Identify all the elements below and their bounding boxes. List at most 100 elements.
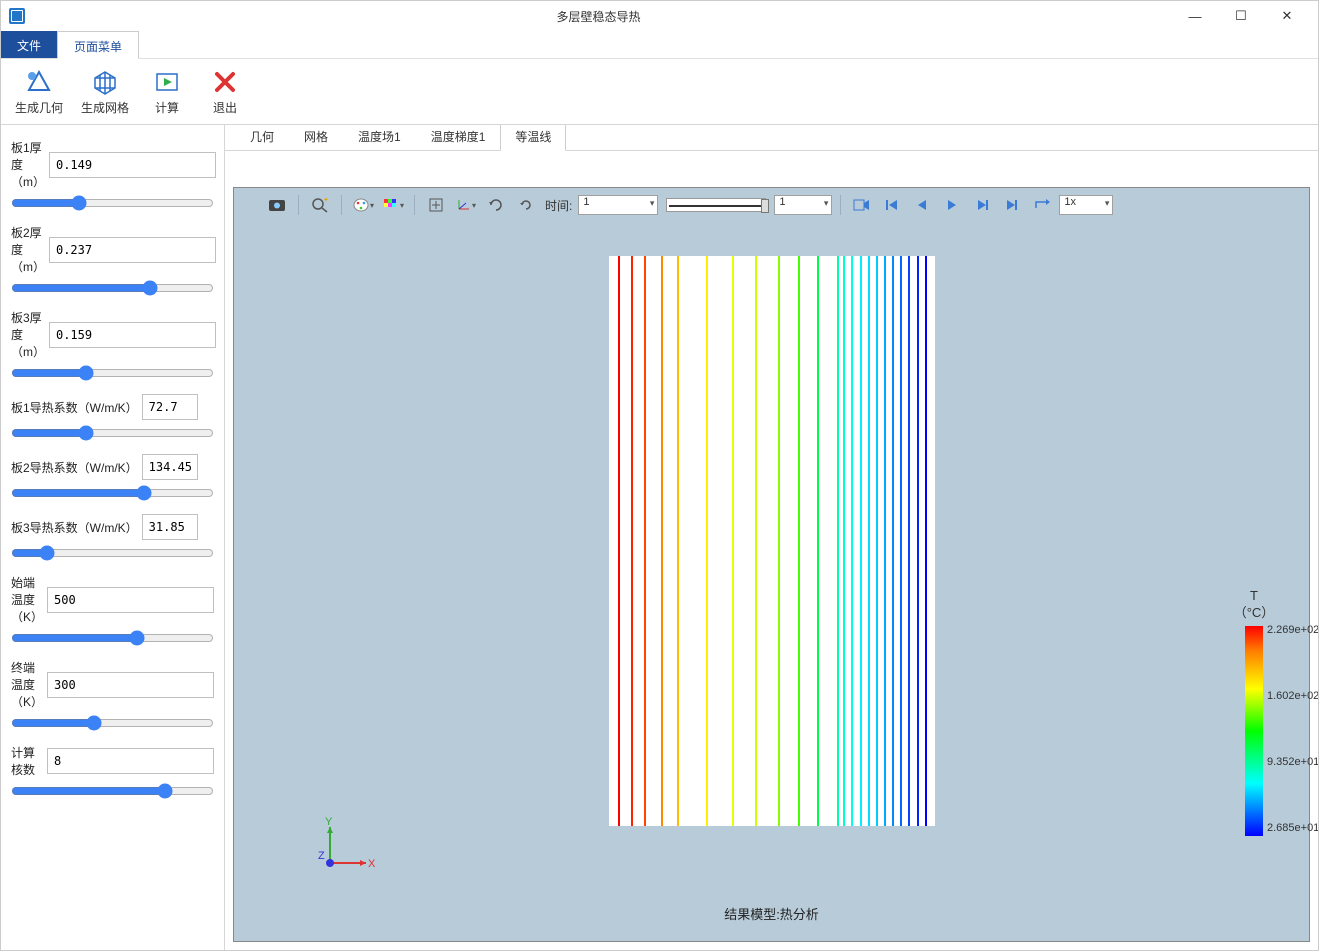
param-label: 板3厚度（m） xyxy=(11,309,45,360)
isoline xyxy=(778,256,780,826)
k1-input[interactable] xyxy=(142,394,198,420)
t-end-slider[interactable] xyxy=(11,716,214,730)
svg-text:✦: ✦ xyxy=(323,197,329,204)
axes-dropdown-icon[interactable]: ▾ xyxy=(453,194,479,216)
colormap-icon[interactable]: ▾ xyxy=(380,194,406,216)
exit-icon xyxy=(210,67,240,97)
time-slider[interactable] xyxy=(666,198,766,212)
generate-geometry-button[interactable]: 生成几何 xyxy=(11,65,67,118)
generate-mesh-button[interactable]: 生成网格 xyxy=(77,65,133,118)
record-icon[interactable] xyxy=(849,194,875,216)
loop-icon[interactable] xyxy=(1029,194,1055,216)
isoline xyxy=(618,256,620,826)
isoline xyxy=(817,256,819,826)
param-plate2-thickness: 板2厚度（m） xyxy=(11,224,214,295)
isoline xyxy=(755,256,757,826)
viewer-toolbar: ✦ ▾ ▾ ▾ 时间: 1 1 xyxy=(264,194,1279,216)
axis-gizmo: X Y Z xyxy=(318,817,368,867)
isoline-plot xyxy=(609,256,935,826)
isoline xyxy=(798,256,800,826)
rotate-icon[interactable] xyxy=(483,194,509,216)
param-plate3-thickness: 板3厚度（m） xyxy=(11,309,214,380)
legend-ticks: 2.269e+02 1.602e+02 9.352e+01 2.685e+01 xyxy=(1267,624,1318,834)
menu-file[interactable]: 文件 xyxy=(1,31,57,58)
plate1-thickness-slider[interactable] xyxy=(11,196,214,210)
tab-mesh[interactable]: 网格 xyxy=(289,125,343,150)
zoom-icon[interactable]: ✦ xyxy=(307,194,333,216)
isoline xyxy=(860,256,862,826)
last-frame-icon[interactable] xyxy=(999,194,1025,216)
cores-input[interactable] xyxy=(47,748,214,774)
minimize-button[interactable]: — xyxy=(1172,1,1218,31)
time-dropdown[interactable]: 1 xyxy=(578,195,658,215)
plate3-thickness-input[interactable] xyxy=(49,322,216,348)
app-window: 多层壁稳态导热 — ☐ ✕ 文件 页面菜单 生成几何 生成网格 计算 xyxy=(0,0,1319,951)
tab-tempfield1[interactable]: 温度场1 xyxy=(343,125,416,150)
isoline xyxy=(661,256,663,826)
cores-slider[interactable] xyxy=(11,784,214,798)
compute-button[interactable]: 计算 xyxy=(143,65,191,118)
window-title: 多层壁稳态导热 xyxy=(25,8,1172,25)
k3-slider[interactable] xyxy=(11,546,214,560)
app-icon xyxy=(9,8,25,24)
next-frame-icon[interactable] xyxy=(969,194,995,216)
legend-title: T（°C） xyxy=(1219,588,1289,622)
param-k1: 板1导热系数（W/m/K） xyxy=(11,394,214,440)
plate1-thickness-input[interactable] xyxy=(49,152,216,178)
isoline xyxy=(631,256,633,826)
tab-geometry[interactable]: 几何 xyxy=(235,125,289,150)
isoline xyxy=(892,256,894,826)
prev-frame-icon[interactable] xyxy=(909,194,935,216)
palette-icon[interactable]: ▾ xyxy=(350,194,376,216)
k2-slider[interactable] xyxy=(11,486,214,500)
play-icon[interactable] xyxy=(939,194,965,216)
svg-text:Y: Y xyxy=(325,817,333,828)
sidebar: 板1厚度（m） 板2厚度（m） 板3厚度（m） xyxy=(1,125,225,950)
tab-tempgrad1[interactable]: 温度梯度1 xyxy=(416,125,501,150)
legend-bar xyxy=(1245,626,1263,836)
compute-icon xyxy=(152,67,182,97)
legend-tick: 1.602e+02 xyxy=(1267,690,1318,702)
isoline xyxy=(837,256,839,826)
param-label: 计算核数 xyxy=(11,744,43,778)
viewer[interactable]: ✦ ▾ ▾ ▾ 时间: 1 1 xyxy=(233,187,1310,942)
isoline xyxy=(884,256,886,826)
fit-view-icon[interactable] xyxy=(423,194,449,216)
legend-tick: 9.352e+01 xyxy=(1267,756,1318,768)
param-label: 板2导热系数（W/m/K） xyxy=(11,459,138,476)
plate2-thickness-input[interactable] xyxy=(49,237,216,263)
plate2-thickness-slider[interactable] xyxy=(11,281,214,295)
maximize-button[interactable]: ☐ xyxy=(1218,1,1264,31)
speed-dropdown[interactable]: 1x xyxy=(1059,195,1113,215)
menu-page[interactable]: 页面菜单 xyxy=(57,31,139,59)
plate3-thickness-slider[interactable] xyxy=(11,366,214,380)
isoline xyxy=(644,256,646,826)
refresh-icon[interactable] xyxy=(513,194,539,216)
svg-text:X: X xyxy=(368,858,376,870)
k2-input[interactable] xyxy=(142,454,198,480)
close-button[interactable]: ✕ xyxy=(1264,1,1310,31)
param-label: 板3导热系数（W/m/K） xyxy=(11,519,138,536)
generate-geometry-label: 生成几何 xyxy=(15,99,63,116)
time-label: 时间: xyxy=(545,197,572,214)
snapshot-icon[interactable] xyxy=(264,194,290,216)
t-start-slider[interactable] xyxy=(11,631,214,645)
tab-isotherms[interactable]: 等温线 xyxy=(500,125,566,151)
t-end-input[interactable] xyxy=(47,672,214,698)
isoline xyxy=(925,256,927,826)
exit-button[interactable]: 退出 xyxy=(201,65,249,118)
frame-dropdown[interactable]: 1 xyxy=(774,195,832,215)
first-frame-icon[interactable] xyxy=(879,194,905,216)
k1-slider[interactable] xyxy=(11,426,214,440)
param-label: 板1导热系数（W/m/K） xyxy=(11,399,138,416)
param-k2: 板2导热系数（W/m/K） xyxy=(11,454,214,500)
isolines-layer xyxy=(609,256,935,826)
t-start-input[interactable] xyxy=(47,587,214,613)
legend-tick: 2.685e+01 xyxy=(1267,822,1318,834)
isoline xyxy=(917,256,919,826)
k3-input[interactable] xyxy=(142,514,198,540)
param-label: 板2厚度（m） xyxy=(11,224,45,275)
mesh-icon xyxy=(90,67,120,97)
isoline xyxy=(908,256,910,826)
isoline xyxy=(843,256,845,826)
